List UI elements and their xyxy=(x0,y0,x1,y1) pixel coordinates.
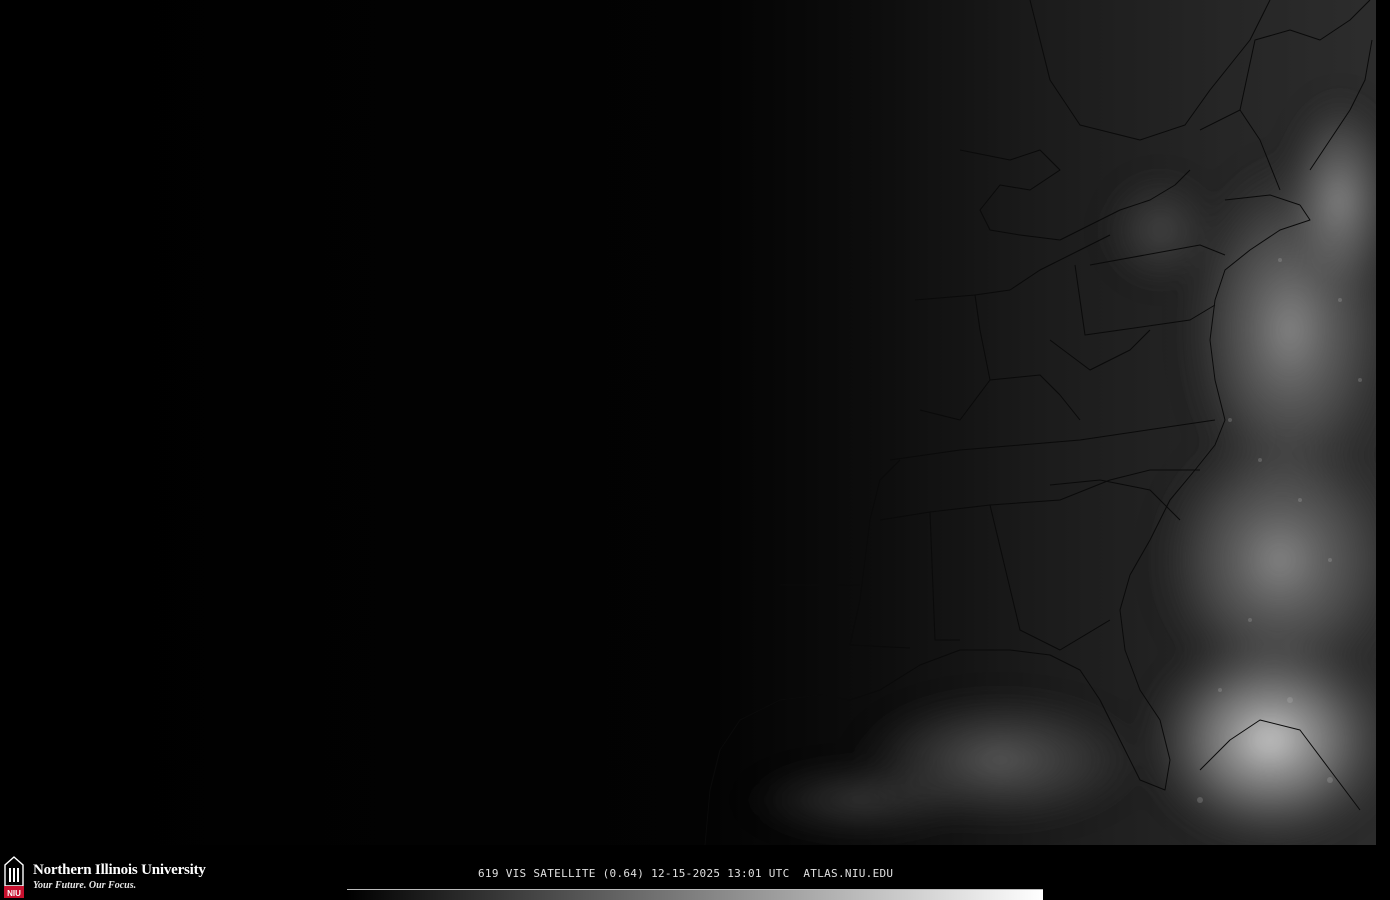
niu-monogram: NIU xyxy=(7,889,21,898)
satellite-image xyxy=(0,0,1390,848)
satellite-viewer: NIU Northern Illinois University Your Fu… xyxy=(0,0,1390,900)
image-caption: 619 VIS SATELLITE (0.64) 12-15-2025 13:0… xyxy=(478,867,894,880)
university-tagline: Your Future. Our Focus. xyxy=(33,880,137,891)
niu-tower-icon: NIU xyxy=(3,856,25,898)
brightness-colorbar xyxy=(347,889,1043,900)
niu-logo: NIU Northern Illinois University Your Fu… xyxy=(0,856,240,900)
footer-bar: NIU Northern Illinois University Your Fu… xyxy=(0,848,1390,900)
university-name: Northern Illinois University xyxy=(33,862,206,878)
